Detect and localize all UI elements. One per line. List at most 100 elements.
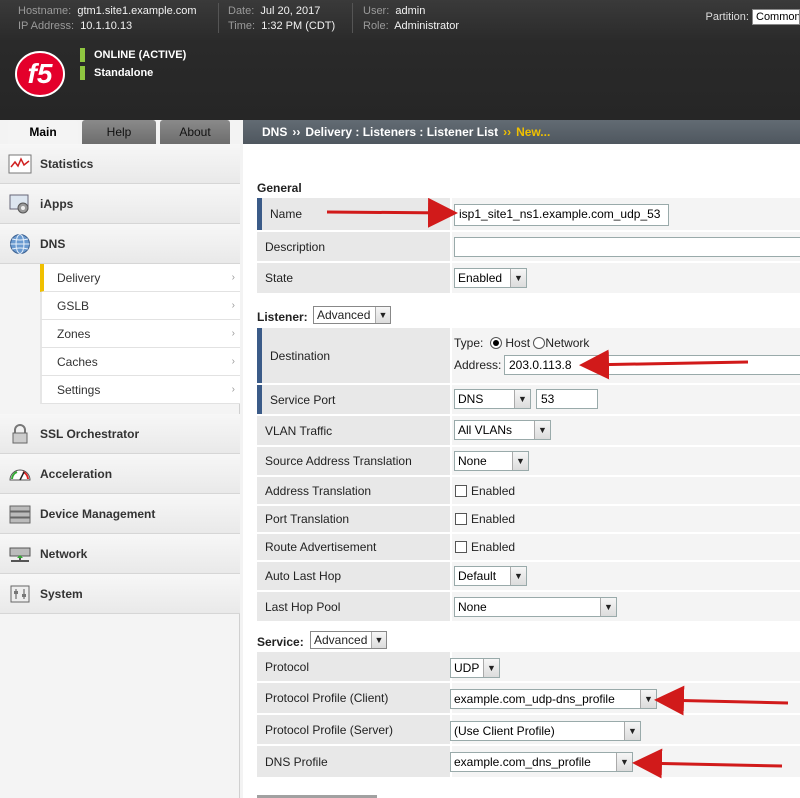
breadcrumb-item-listener-list[interactable]: Delivery : Listeners : Listener List [305, 125, 498, 139]
dns-profile-select[interactable]: example.com_dns_profile ▼ [450, 752, 633, 772]
sidebar-item-device-management[interactable]: Device Management [0, 494, 240, 534]
sidebar-item-acceleration[interactable]: Acceleration [0, 454, 240, 494]
sidebar-label: SSL Orchestrator [40, 427, 140, 441]
service-port-select[interactable]: DNS ▼ [454, 389, 531, 409]
row-server-profile: Protocol Profile (Server) (Use Client Pr… [257, 715, 800, 745]
main-content: General Name isp1_site1_ns1.example.com_… [243, 144, 800, 798]
row-state: State Enabled ▼ [257, 263, 800, 294]
address-translation-checkbox[interactable] [455, 485, 467, 497]
role-value: Administrator [394, 20, 459, 32]
sidebar-item-network[interactable]: Network [0, 534, 240, 574]
gauge-icon [9, 469, 31, 481]
destination-label: Destination [257, 328, 451, 383]
ip-value: 10.1.10.13 [80, 20, 133, 32]
sidebar-item-zones[interactable]: Zones › [40, 320, 240, 348]
sidebar-item-caches[interactable]: Caches › [40, 348, 240, 376]
address-input[interactable]: 203.0.113.8 [504, 355, 800, 375]
route-advertisement-checkbox[interactable] [455, 541, 467, 553]
sidebar-item-statistics[interactable]: Statistics [0, 144, 240, 184]
chevron-down-icon: ▼ [534, 421, 550, 439]
state-select-value: Enabled [458, 271, 503, 285]
breadcrumb-separator: ›› [292, 125, 301, 139]
name-input[interactable]: isp1_site1_ns1.example.com_udp_53 [454, 204, 669, 226]
host-info: Hostname: gtm1.site1.example.com IP Addr… [18, 4, 197, 34]
sidebar-item-gslb[interactable]: GSLB › [40, 292, 240, 320]
address-label: Address: [454, 358, 502, 372]
listener-mode-select[interactable]: Advanced ▼ [313, 306, 391, 324]
client-profile-select-value: example.com_udp-dns_profile [454, 692, 615, 706]
chevron-right-icon: › [231, 384, 235, 395]
partition-label: Partition: [705, 10, 749, 23]
service-mode-value: Advanced [314, 633, 368, 647]
section-service-title: Service: [257, 635, 304, 649]
name-label: Name [257, 198, 451, 230]
sidebar-item-delivery[interactable]: Delivery › [40, 264, 240, 292]
chevron-down-icon: ▼ [514, 390, 530, 408]
chevron-down-icon: ▼ [600, 598, 616, 616]
breadcrumb-separator: ›› [503, 125, 512, 139]
last-hop-pool-select[interactable]: None ▼ [454, 597, 617, 617]
partition-dropdown[interactable]: Common [752, 9, 800, 25]
route-advertisement-label: Route Advertisement [257, 534, 451, 560]
state-select[interactable]: Enabled ▼ [454, 268, 527, 288]
row-description: Description [257, 232, 800, 262]
description-input[interactable] [454, 237, 800, 257]
tab-help[interactable]: Help [82, 120, 156, 144]
row-auto-last-hop: Auto Last Hop Default ▼ [257, 562, 800, 591]
server-profile-select-value: (Use Client Profile) [454, 724, 555, 738]
chevron-down-icon: ▼ [510, 269, 526, 287]
time-value: 1:32 PM (CDT) [261, 20, 336, 32]
type-network-radio[interactable] [533, 337, 546, 349]
tab-main[interactable]: Main [8, 120, 78, 144]
row-port-translation: Port Translation Enabled [257, 506, 800, 533]
service-mode-select[interactable]: Advanced ▼ [310, 631, 387, 649]
sidebar-sub-label: Caches [57, 355, 98, 369]
chevron-down-icon: ▼ [510, 567, 526, 585]
sidebar-sub-label: GSLB [57, 299, 90, 313]
route-advertisement-check-label: Enabled [471, 540, 516, 554]
network-icon [9, 547, 31, 562]
vlan-traffic-select[interactable]: All VLANs ▼ [454, 420, 551, 440]
auto-last-hop-select-value: Default [458, 569, 497, 583]
snat-select-value: None [458, 454, 487, 468]
sidebar-item-system[interactable]: System [0, 574, 240, 614]
sidebar-label: DNS [40, 237, 66, 251]
chevron-down-icon: ▼ [624, 722, 640, 740]
breadcrumb-item-dns[interactable]: DNS [262, 125, 287, 139]
sidebar-label: System [40, 587, 83, 601]
client-profile-select[interactable]: example.com_udp-dns_profile ▼ [450, 689, 657, 709]
vlan-traffic-label: VLAN Traffic [257, 416, 451, 445]
chevron-right-icon: › [231, 356, 235, 367]
row-route-advertisement: Route Advertisement Enabled [257, 534, 800, 561]
tab-about[interactable]: About [160, 120, 230, 144]
destination-type: Type: Host Network [454, 336, 589, 350]
sidebar-label: Statistics [40, 157, 94, 171]
last-hop-pool-label: Last Hop Pool [257, 592, 451, 621]
sidebar: Statistics iApps DNS Delivery › GSLB › Zon… [0, 144, 240, 798]
sidebar-item-ssl-orchestrator[interactable]: SSL Orchestrator [0, 414, 240, 454]
sidebar-item-settings[interactable]: Settings › [40, 376, 240, 404]
row-name: Name isp1_site1_ns1.example.com_udp_53 [257, 198, 800, 231]
port-translation-checkbox[interactable] [455, 513, 467, 525]
chevron-right-icon: › [231, 272, 235, 283]
sidebar-item-iapps[interactable]: iApps [0, 184, 240, 224]
service-port-input[interactable]: 53 [536, 389, 598, 409]
vlan-traffic-select-value: All VLANs [458, 423, 513, 437]
user-info: User: admin Role: Administrator [363, 4, 459, 34]
auto-last-hop-select[interactable]: Default ▼ [454, 566, 527, 586]
protocol-label: Protocol [257, 652, 451, 681]
snat-select[interactable]: None ▼ [454, 451, 529, 471]
chevron-down-icon: ▼ [375, 307, 390, 323]
row-service-port: Service Port DNS ▼ 53 [257, 385, 800, 415]
sidebar-item-dns[interactable]: DNS [0, 224, 240, 264]
chevron-down-icon: ▼ [371, 632, 386, 648]
server-profile-select[interactable]: (Use Client Profile) ▼ [450, 721, 641, 741]
type-host-radio[interactable] [490, 337, 503, 349]
f5-logo[interactable]: f5 [14, 50, 66, 98]
sidebar-label: Device Management [40, 507, 156, 521]
row-client-profile: Protocol Profile (Client) example.com_ud… [257, 683, 800, 714]
dns-globe-icon [10, 234, 30, 254]
description-label: Description [257, 232, 451, 261]
protocol-select[interactable]: UDP ▼ [450, 658, 500, 678]
date-info: Date: Jul 20, 2017 Time: 1:32 PM (CDT) [228, 4, 335, 34]
